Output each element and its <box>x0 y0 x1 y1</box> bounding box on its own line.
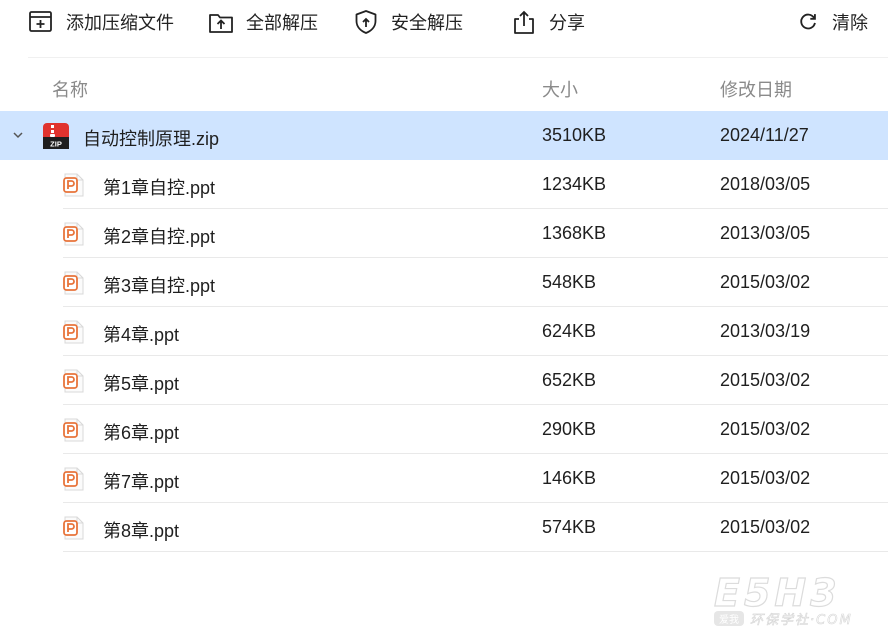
archive-name: 自动控制原理.zip <box>83 129 220 149</box>
file-size: 574KB <box>542 517 597 537</box>
file-size: 290KB <box>542 419 597 439</box>
file-name: 第1章自控.ppt <box>103 178 216 198</box>
file-date: 2015/03/02 <box>720 370 811 390</box>
archive-date: 2024/11/27 <box>720 125 809 145</box>
file-size: 624KB <box>542 321 597 341</box>
watermark-logo: E5H3 爱我 环保学社·COM <box>713 572 853 628</box>
file-date: 2015/03/02 <box>720 517 811 537</box>
ppt-file-icon <box>63 320 84 344</box>
file-date: 2015/03/02 <box>720 419 811 439</box>
file-size: 548KB <box>542 272 597 292</box>
safe-extract-label: 安全解压 <box>391 13 463 33</box>
folder-upload-icon <box>209 14 233 33</box>
svg-text:E5H3: E5H3 <box>714 572 841 615</box>
file-row[interactable]: 第3章自控.ppt 548KB 2015/03/02 <box>0 258 888 307</box>
ppt-file-icon <box>63 516 84 540</box>
file-date: 2013/03/05 <box>720 223 811 243</box>
file-size: 652KB <box>542 370 597 390</box>
share-button[interactable]: 分享 <box>511 6 585 38</box>
ppt-file-icon <box>63 369 84 393</box>
file-name: 第7章.ppt <box>103 472 180 492</box>
file-name: 第3章自控.ppt <box>103 276 216 296</box>
svg-text:环保学社·COM: 环保学社·COM <box>750 612 853 628</box>
file-name: 第4章.ppt <box>103 325 180 345</box>
file-name: 第2章自控.ppt <box>103 227 216 247</box>
file-date: 2015/03/02 <box>720 272 811 292</box>
ppt-file-icon <box>63 173 84 197</box>
clear-button[interactable]: 清除 <box>796 6 868 38</box>
archive-size: 3510KB <box>542 125 607 145</box>
column-header: 名称 大小 修改日期 <box>0 70 888 104</box>
file-size: 1368KB <box>542 223 607 243</box>
chevron-down-icon[interactable] <box>10 127 26 143</box>
ppt-file-icon <box>63 271 84 295</box>
add-archive-label: 添加压缩文件 <box>66 13 174 33</box>
add-file-icon <box>29 11 52 32</box>
file-row[interactable]: 第1章自控.ppt 1234KB 2018/03/05 <box>0 160 888 209</box>
file-row[interactable]: 第7章.ppt 146KB 2015/03/02 <box>0 454 888 503</box>
column-date-header[interactable]: 修改日期 <box>720 76 792 102</box>
shield-icon <box>355 10 377 34</box>
file-row[interactable]: 第4章.ppt 624KB 2013/03/19 <box>0 307 888 356</box>
file-name: 第5章.ppt <box>103 374 180 394</box>
file-row[interactable]: 第8章.ppt 574KB 2015/03/02 <box>0 503 888 552</box>
share-icon <box>514 10 534 34</box>
file-name: 第6章.ppt <box>103 423 180 443</box>
file-date: 2015/03/02 <box>720 468 811 488</box>
zip-badge-text: ZIP <box>50 140 62 149</box>
file-row[interactable]: 第2章自控.ppt 1368KB 2013/03/05 <box>0 209 888 258</box>
ppt-file-icon <box>63 222 84 246</box>
clear-label: 清除 <box>832 13 868 33</box>
file-size: 146KB <box>542 468 597 488</box>
file-row[interactable]: 第6章.ppt 290KB 2015/03/02 <box>0 405 888 454</box>
safe-extract-button[interactable]: 安全解压 <box>353 6 463 38</box>
column-size-header[interactable]: 大小 <box>542 76 578 102</box>
ppt-file-icon <box>63 467 84 491</box>
file-row[interactable]: 第5章.ppt 652KB 2015/03/02 <box>0 356 888 405</box>
row-divider <box>63 551 888 552</box>
toolbar-divider <box>28 57 888 58</box>
svg-text:爱我: 爱我 <box>719 613 739 626</box>
column-name-header[interactable]: 名称 <box>52 76 88 102</box>
archive-row[interactable]: ZIP 自动控制原理.zip 3510KB 2024/11/27 <box>0 111 888 160</box>
share-label: 分享 <box>549 13 585 33</box>
file-date: 2018/03/05 <box>720 174 811 194</box>
add-archive-button[interactable]: 添加压缩文件 <box>28 6 174 38</box>
toolbar: 添加压缩文件 全部解压 安全解压 分享 清除 <box>0 0 888 46</box>
file-date: 2013/03/19 <box>720 321 811 341</box>
refresh-icon <box>800 13 816 30</box>
ppt-file-icon <box>63 418 84 442</box>
file-size: 1234KB <box>542 174 607 194</box>
extract-all-label: 全部解压 <box>246 13 318 33</box>
zip-file-icon: ZIP <box>43 123 69 149</box>
extract-all-button[interactable]: 全部解压 <box>208 6 318 38</box>
file-name: 第8章.ppt <box>103 521 180 541</box>
